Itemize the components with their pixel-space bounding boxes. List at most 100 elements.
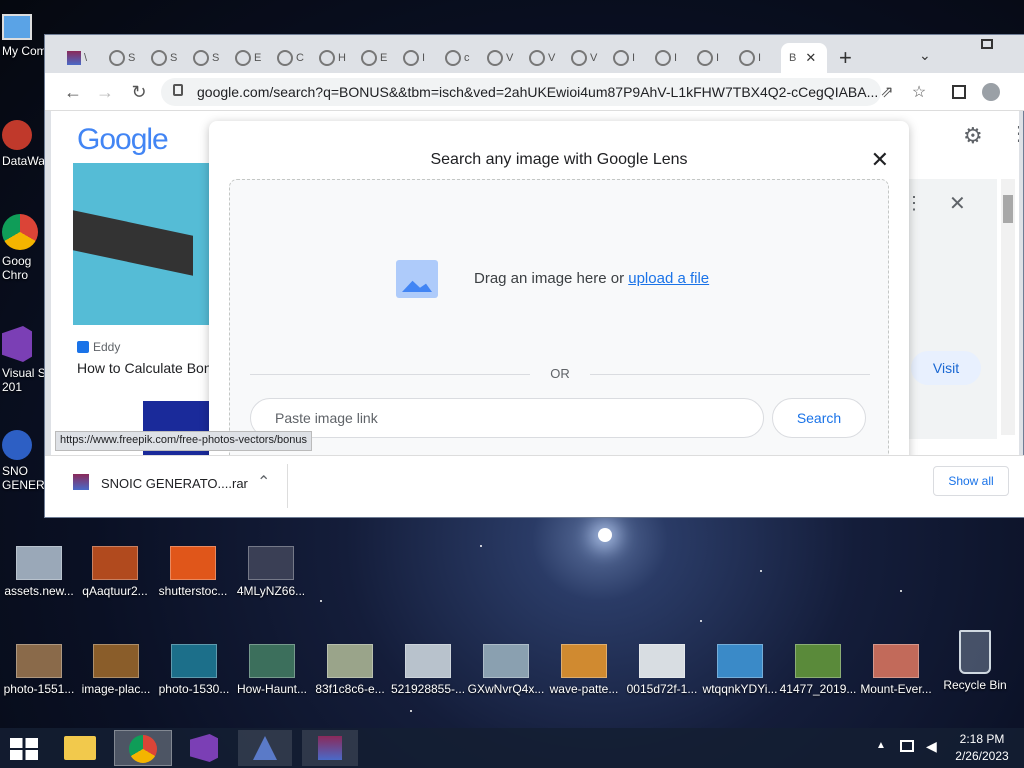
tab[interactable]: I [395,43,435,73]
source-icon [77,341,89,353]
new-tab-button[interactable]: + [839,45,852,71]
result-image[interactable] [73,163,213,325]
desktop-file[interactable]: photo-1551... [0,644,78,696]
close-icon[interactable]: ✕ [949,191,966,216]
desktop-file[interactable]: Mount-Ever... [857,644,935,696]
sidepanel-icon[interactable] [947,80,971,104]
tab-title: V [506,52,514,64]
recycle-bin[interactable]: Recycle Bin [936,630,1014,692]
scrollbar[interactable] [1001,179,1015,435]
desktop-file[interactable]: How-Haunt... [233,644,311,696]
image-thumbnail-icon [93,644,139,678]
desktop-file[interactable]: assets.new... [0,546,78,598]
tab[interactable]: I [605,43,645,73]
tab[interactable]: V [521,43,561,73]
app-icon [2,430,32,460]
close-icon[interactable]: ✕ [805,50,816,66]
tab[interactable]: V [563,43,603,73]
desktop-file[interactable]: 83f1c8c6-e... [311,644,389,696]
taskbar: ▲ ◀ 2:18 PM 2/26/2023 [0,728,1024,768]
visit-button[interactable]: Visit [911,351,981,385]
tab[interactable]: I [647,43,687,73]
network-icon[interactable] [900,740,914,752]
desktop-file[interactable]: wave-patte... [545,644,623,696]
clock[interactable]: 2:18 PM 2/26/2023 [950,732,1014,763]
image-thumbnail-icon [249,644,295,678]
tab[interactable]: S [101,43,141,73]
chrome-icon [2,214,38,250]
tab-title: S [128,52,136,64]
desktop-file[interactable]: 4MLyNZ66... [232,546,310,598]
google-icon [529,50,545,66]
desktop-file[interactable]: GXwNvrQ4x... [467,644,545,696]
chevron-down-icon[interactable]: ⌄ [919,47,931,64]
image-thumbnail-icon [248,546,294,580]
winrar-icon [67,51,81,65]
back-arrow-icon[interactable]: ← [61,80,85,104]
tab-active[interactable]: B ✕ [781,43,827,73]
settings-gear-icon[interactable]: ⚙ [963,123,983,149]
tab[interactable]: V [479,43,519,73]
desktop-file[interactable]: 41477_2019... [779,644,857,696]
download-filename[interactable]: SNOIC GENERATO....rar [101,476,248,491]
reload-icon[interactable]: ↻ [127,80,151,104]
tab-title: S [170,52,178,64]
file-explorer-icon[interactable] [64,736,96,760]
desktop-icon-snoic[interactable]: SNO GENERA [2,430,53,492]
tab[interactable]: E [227,43,267,73]
desktop-icon-my-computer[interactable]: My Com [2,14,47,58]
result-title[interactable]: How to Calculate Bon [77,360,212,376]
address-bar[interactable]: google.com/search?q=BONUS&&tbm=isch&ved=… [161,78,881,106]
close-icon[interactable]: ✕ [871,147,889,173]
search-button[interactable]: Search [772,398,866,438]
volume-icon[interactable]: ◀ [926,738,937,755]
tray-chevron-icon[interactable]: ▲ [876,740,886,751]
google-logo[interactable]: Google [77,123,169,157]
tab[interactable]: E [353,43,393,73]
desktop-file[interactable]: qAaqtuur2... [76,546,154,598]
visual-studio-icon[interactable] [190,734,218,762]
image-thumbnail-icon [16,546,62,580]
file-label: wave-patte... [549,682,619,696]
desktop-icon-datawa[interactable]: DataWa [2,120,45,168]
tab[interactable]: I [689,43,729,73]
chrome-taskbar-button[interactable] [114,730,172,766]
winrar-taskbar-button[interactable] [302,730,358,766]
file-label: photo-1551... [3,682,75,696]
image-link-input[interactable]: Paste image link [250,398,764,438]
tab[interactable]: I [731,43,771,73]
tab[interactable]: S [185,43,225,73]
upload-file-link[interactable]: upload a file [628,270,709,287]
profile-avatar-icon[interactable] [979,80,1003,104]
tab[interactable]: \ [59,43,99,73]
image-upload-icon [396,260,438,298]
app-taskbar-button[interactable] [238,730,292,766]
maximize-icon[interactable] [981,39,993,49]
google-icon [613,50,629,66]
desktop-file[interactable]: shutterstoc... [154,546,232,598]
tab[interactable]: C [269,43,309,73]
apps-grid-icon[interactable]: ⋮ [1009,121,1019,146]
forward-arrow-icon[interactable]: → [93,80,117,104]
star-icon[interactable]: ☆ [907,80,931,104]
desktop-icon-visual-studio[interactable]: Visual S 201 [2,326,46,394]
file-label: 4MLyNZ66... [236,584,306,598]
desktop-file[interactable]: 0015d72f-1... [623,644,701,696]
tab[interactable]: c [437,43,477,73]
tab[interactable]: S [143,43,183,73]
clock-time: 2:18 PM [959,732,1005,746]
image-thumbnail-icon [873,644,919,678]
share-icon[interactable]: ⇗ [875,80,899,104]
tab-title: V [590,52,598,64]
desktop-file[interactable]: wtqqnkYDYi... [701,644,779,696]
tab-title: V [548,52,556,64]
desktop-icon-chrome[interactable]: Goog Chro [2,214,42,282]
desktop-file[interactable]: image-plac... [77,644,155,696]
tab[interactable]: H [311,43,351,73]
desktop-file[interactable]: photo-1530... [155,644,233,696]
chevron-up-icon[interactable]: ⌃ [257,472,270,492]
desktop-file[interactable]: 521928855-... [389,644,467,696]
windows-start-icon[interactable] [10,738,38,760]
show-all-button[interactable]: Show all [933,466,1009,496]
image-drop-zone[interactable]: Drag an image here or upload a file OR P… [229,179,889,471]
